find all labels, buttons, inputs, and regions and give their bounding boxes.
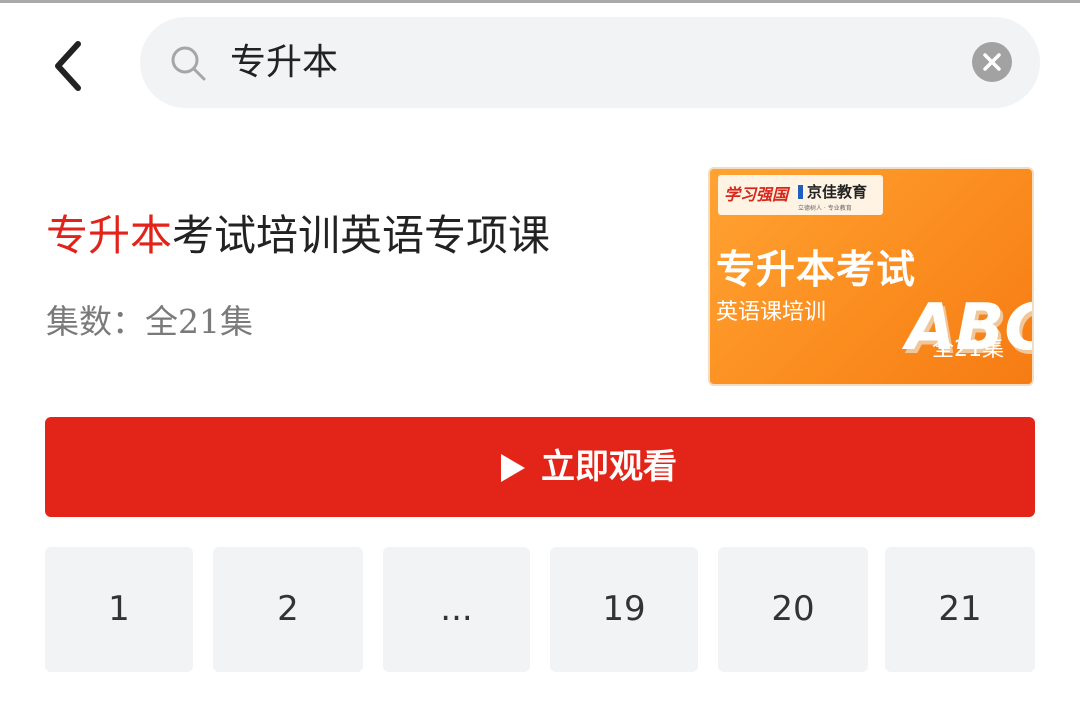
thumbnail-headline: 专升本考试 — [716, 248, 917, 293]
jingjia-logo-icon — [798, 185, 803, 199]
episode-button-1[interactable]: 1 — [45, 547, 193, 672]
thumbnail-episode-count: 全21集 — [932, 337, 1004, 362]
thumbnail-brand-jingjia-text: 京佳教育 — [807, 183, 868, 201]
thumbnail-logo-bar: 学习强国 京佳教育 立德树人 · 专业教育 — [718, 175, 883, 215]
watch-now-button[interactable]: 立即观看 — [45, 417, 1035, 517]
clear-search-button[interactable] — [972, 42, 1012, 82]
course-thumbnail[interactable]: 学习强国 京佳教育 立德树人 · 专业教育 专升本考试 英语课培训 ABC 全2… — [708, 167, 1034, 386]
episode-button-21[interactable]: 21 — [885, 547, 1035, 672]
search-icon — [171, 46, 206, 81]
thumbnail-brand-tagline: 立德树人 · 专业教育 — [798, 205, 852, 212]
search-bar[interactable] — [140, 17, 1040, 108]
play-icon — [501, 454, 525, 482]
back-button[interactable] — [44, 38, 92, 94]
episode-button-2[interactable]: 2 — [213, 547, 363, 672]
back-arrow-icon — [55, 41, 81, 91]
watch-now-label: 立即观看 — [541, 447, 677, 487]
course-title-highlight: 专升本 — [46, 211, 173, 260]
course-title-rest: 考试培训英语专项课 — [172, 211, 551, 260]
clear-icon — [983, 53, 1001, 71]
thumbnail-brand-xuexi: 学习强国 — [724, 185, 789, 204]
search-input[interactable] — [230, 35, 930, 91]
episode-button-20[interactable]: 20 — [718, 547, 868, 672]
episode-button-19[interactable]: 19 — [550, 547, 698, 672]
episode-button-more[interactable]: ... — [383, 547, 530, 672]
top-divider — [0, 0, 1080, 3]
episode-count: 集数：全21集 — [46, 302, 253, 341]
thumbnail-brand-jingjia: 京佳教育 — [798, 181, 867, 202]
course-title[interactable]: 专升本考试培训英语专项课 — [46, 208, 550, 264]
thumbnail-subheadline: 英语课培训 — [716, 300, 827, 325]
